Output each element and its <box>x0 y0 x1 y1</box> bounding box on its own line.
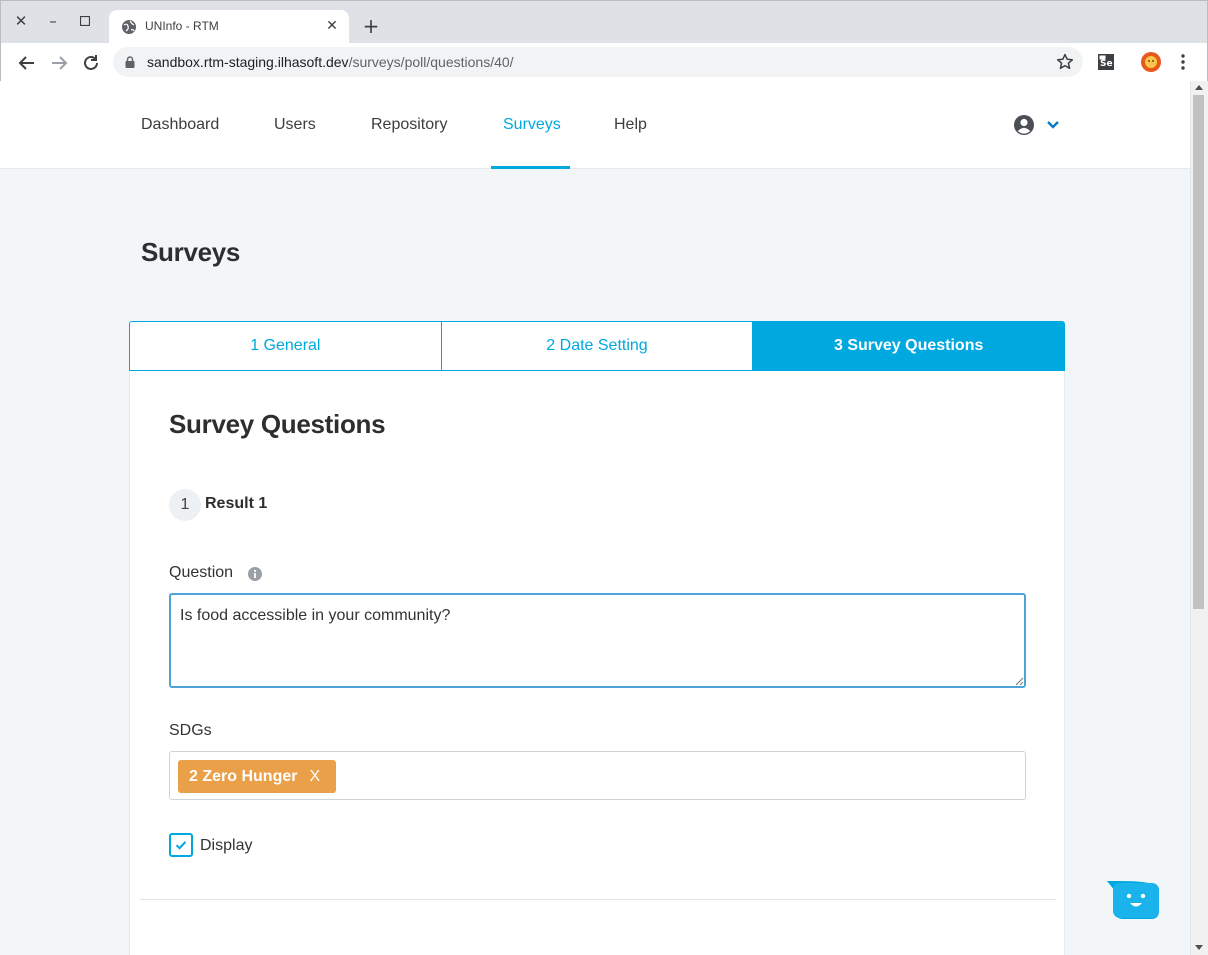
chevron-down-icon <box>1047 121 1059 129</box>
info-icon[interactable] <box>247 566 263 582</box>
resize-grip-icon[interactable] <box>1015 677 1024 686</box>
nav-repository[interactable]: Repository <box>359 81 459 169</box>
scroll-down-arrow-icon[interactable] <box>1195 945 1203 950</box>
scroll-up-arrow-icon[interactable] <box>1195 85 1203 90</box>
window-minimize-icon[interactable]: – <box>43 11 63 31</box>
sdg-chip-label: 2 Zero Hunger <box>189 768 298 785</box>
question-number-badge: 1 <box>169 489 201 521</box>
display-label: Display <box>200 837 253 854</box>
page-viewport: Dashboard Users Repository Surveys Help … <box>0 81 1190 955</box>
forward-icon[interactable] <box>48 52 70 74</box>
step-tab-date-setting[interactable]: 2 Date Setting <box>441 321 754 371</box>
url-path: /surveys/poll/questions/40/ <box>348 54 514 70</box>
globe-icon <box>122 20 136 34</box>
chat-bot-icon <box>1107 881 1159 919</box>
back-icon[interactable] <box>16 52 38 74</box>
section-divider <box>140 899 1056 900</box>
step-tabs: 1 General 2 Date Setting 3 Survey Questi… <box>129 321 1066 371</box>
address-bar[interactable]: sandbox.rtm-staging.ilhasoft.dev/surveys… <box>113 47 1083 77</box>
nav-dashboard[interactable]: Dashboard <box>129 81 231 169</box>
new-tab-icon[interactable]: + <box>360 15 382 37</box>
page-title: Surveys <box>141 237 241 267</box>
lock-icon <box>125 56 135 68</box>
profile-avatar-icon[interactable] <box>1140 51 1162 73</box>
browser-chrome: ✕ – UNInfo - RTM ✕ + sandbox.rtm-staging… <box>0 0 1208 82</box>
window-close-icon[interactable]: ✕ <box>11 11 31 31</box>
url-host: sandbox.rtm-staging.ilhasoft.dev <box>147 54 349 70</box>
browser-tab[interactable]: UNInfo - RTM ✕ <box>109 10 349 44</box>
step-tab-survey-questions[interactable]: 3 Survey Questions <box>753 321 1066 371</box>
display-checkbox[interactable] <box>169 833 193 857</box>
sdgs-label: SDGs <box>169 722 212 739</box>
browser-toolbar: sandbox.rtm-staging.ilhasoft.dev/surveys… <box>1 43 1207 82</box>
question-title: Result 1 <box>205 495 268 512</box>
sdg-chip: 2 Zero Hunger X <box>178 760 337 793</box>
user-avatar-icon <box>1014 115 1034 135</box>
reload-icon[interactable] <box>80 52 102 74</box>
bookmark-star-icon[interactable] <box>1055 52 1075 72</box>
question-label: Question <box>169 564 234 581</box>
step-tab-general[interactable]: 1 General <box>129 321 442 371</box>
sdgs-multiselect[interactable]: 2 Zero Hunger X <box>169 751 1026 800</box>
top-navigation: Dashboard Users Repository Surveys Help <box>0 81 1190 169</box>
survey-questions-card: Survey Questions 1 Result 1 Question Is … <box>129 371 1065 955</box>
tab-title: UNInfo - RTM <box>145 19 219 33</box>
question-textarea[interactable]: Is food accessible in your community? <box>169 593 1026 688</box>
checkmark-icon <box>175 841 187 850</box>
nav-users[interactable]: Users <box>262 81 328 169</box>
url-text: sandbox.rtm-staging.ilhasoft.dev/surveys… <box>147 54 514 70</box>
browser-titlebar: ✕ – UNInfo - RTM ✕ + <box>1 1 1207 44</box>
section-title: Survey Questions <box>169 409 386 439</box>
nav-surveys[interactable]: Surveys <box>491 81 570 169</box>
selenium-extension-icon[interactable]: Se <box>1095 51 1117 73</box>
tab-close-icon[interactable]: ✕ <box>323 17 341 35</box>
page-scrollbar[interactable] <box>1190 81 1208 955</box>
user-menu[interactable] <box>1012 113 1064 137</box>
nav-help[interactable]: Help <box>602 81 659 169</box>
browser-menu-icon[interactable] <box>1172 51 1194 73</box>
selenium-extension-label: Se <box>1100 59 1113 69</box>
scrollbar-thumb[interactable] <box>1193 95 1204 609</box>
chat-widget-button[interactable] <box>1107 881 1159 919</box>
sdg-chip-remove-button[interactable]: X <box>309 768 320 785</box>
window-maximize-icon[interactable] <box>75 11 95 31</box>
